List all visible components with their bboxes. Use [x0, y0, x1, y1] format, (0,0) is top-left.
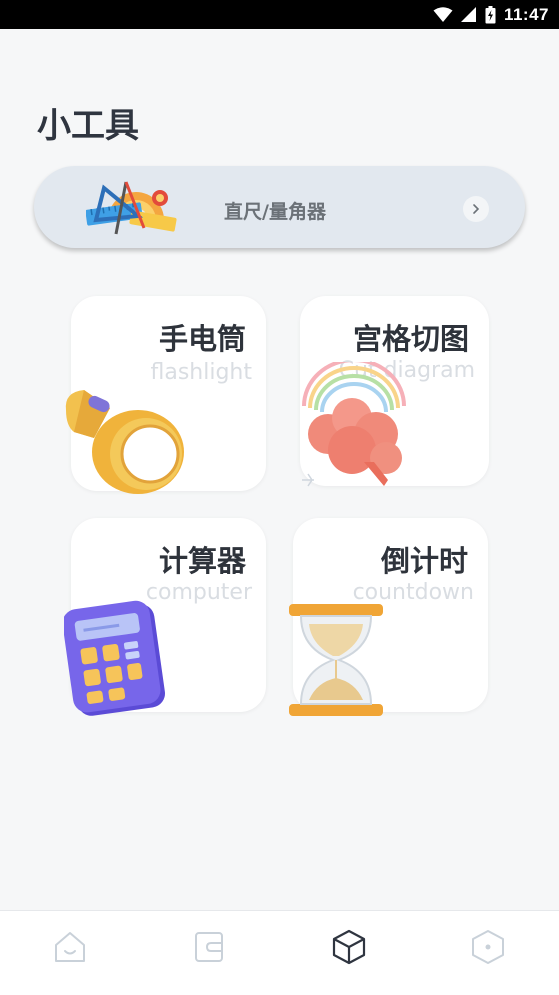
ruler-protractor-banner[interactable]: 直尺/量角器 — [34, 166, 525, 248]
battery-icon — [485, 5, 496, 23]
home-icon — [55, 932, 85, 962]
chevron-right-icon[interactable] — [463, 196, 489, 222]
tool-subtitle: flashlight — [150, 360, 252, 385]
ruler-protractor-icon — [86, 181, 177, 235]
tool-title: 倒计时 — [380, 544, 468, 578]
banner-label: 直尺/量角器 — [224, 201, 326, 223]
hourglass-icon — [289, 604, 383, 716]
signal-icon — [460, 6, 476, 22]
wifi-icon — [433, 6, 453, 22]
nav-item-wallet[interactable] — [189, 927, 229, 967]
page-title: 小工具 — [37, 106, 139, 146]
calculator-icon — [64, 600, 165, 716]
nav-item-profile[interactable] — [468, 927, 508, 967]
tool-title: 手电筒 — [158, 322, 246, 356]
tool-subtitle: countdown — [352, 580, 474, 605]
tool-title: 宫格切图 — [352, 322, 469, 356]
flashlight-icon — [65, 390, 184, 494]
hexagon-icon — [472, 930, 504, 964]
status-time: 11:47 — [503, 4, 549, 24]
cloud-rainbow-icon — [302, 362, 406, 487]
bottom-nav — [0, 910, 559, 995]
cube-icon — [332, 929, 366, 965]
status-bar: 11:47 — [0, 0, 559, 29]
nav-item-tools[interactable] — [329, 927, 369, 967]
tool-title: 计算器 — [158, 544, 246, 578]
wallet-icon — [195, 932, 223, 962]
nav-item-home[interactable] — [50, 927, 90, 967]
